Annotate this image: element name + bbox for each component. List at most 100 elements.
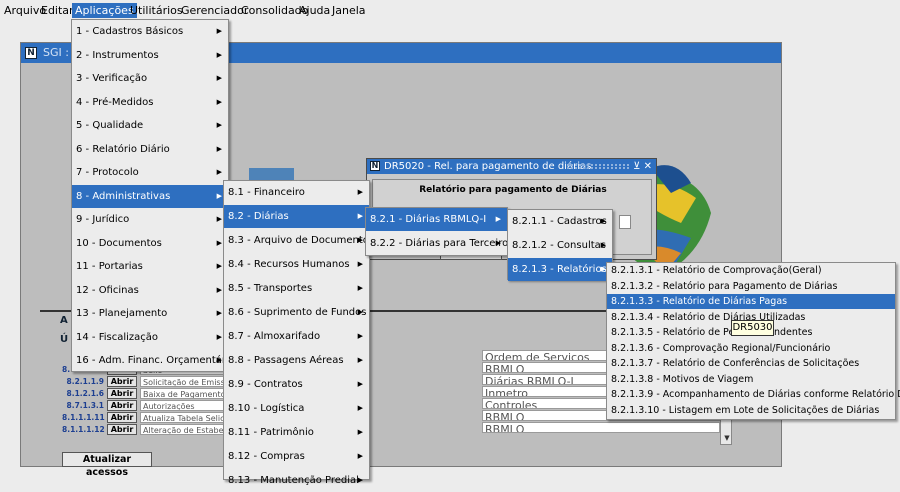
submenu-arrow-icon: ▶ [357,404,363,412]
menu-item[interactable]: 8.2.1.3.10 - Listagem em Lote de Solicit… [607,403,895,418]
menu-item[interactable]: 3 - Verificação ▶ [72,67,228,91]
menu-item[interactable]: 8.10 - Logística ▶ [224,397,369,420]
submenu-arrow-icon: ▶ [216,74,222,82]
menu-item-diarias-pagas[interactable]: 8.2.1.3.3 - Relatório de Diárias Pagas [607,294,895,309]
administrativas-submenu: 8.1 - Financeiro ▶ 8.2 - Diárias ▶ 8.3 - A… [223,180,374,486]
open-button[interactable]: Abrir [107,424,137,435]
menu-item[interactable]: 5 - Qualidade ▶ [72,114,228,138]
submenu-arrow-icon: ▶ [216,285,222,294]
menu-item[interactable]: 8.2.1.2 - Consultas ▶ [508,234,612,257]
dialog-heading: Relatório para pagamento de Diárias [419,185,607,195]
menu-item[interactable]: 11 - Portarias ▶ [72,255,228,279]
menu-arquivo[interactable]: Arquivo [4,4,46,17]
submenu-arrow-icon: ▶ [357,188,363,196]
submenu-arrow-icon: ▶ [357,260,363,268]
submenu-arrow-icon: ▶ [357,332,363,340]
menu-editar[interactable]: Editar [41,4,74,17]
menu-item[interactable]: 8.4 - Recursos Humanos ▶ [224,253,369,276]
submenu-arrow-icon: ▶ [216,191,222,200]
submenu-arrow-icon: ▶ [357,212,363,220]
submenu-arrow-icon: ▶ [495,215,501,223]
menu-item[interactable]: 8.1 - Financeiro ▶ [224,181,369,204]
menu-utilitarios[interactable]: Utilitários [130,4,183,17]
menu-item[interactable]: 8.2.2 - Diárias para Terceiros ▶ [366,232,513,255]
menu-item[interactable]: 6 - Relatório Diário ▶ [72,138,228,162]
menu-aplicacoes[interactable]: Aplicações [72,3,137,18]
menu-item[interactable]: 8.2.1.3.7 - Relatório de Conferências de… [607,356,895,371]
menu-item[interactable]: 8.2.1.1 - Cadastros ▶ [508,210,612,233]
open-button[interactable]: Abrir [107,412,137,423]
menubar: Arquivo Editar Aplicações Utilitários Ge… [0,0,900,20]
menu-item[interactable]: 9 - Jurídico ▶ [72,208,228,232]
menu-ajuda[interactable]: Ajuda [299,4,330,17]
menu-item[interactable]: 12 - Oficinas ▶ [72,279,228,303]
submenu-arrow-icon: ▶ [357,380,363,388]
app-logo-icon: N [370,161,380,171]
diarias-rbmlq-submenu: 8.2.1.1 - Cadastros ▶ 8.2.1.2 - Consultas… [507,209,613,281]
row-code: 8.1.1.1.11 [62,413,105,422]
row-code: 8.2.1.1.9 [66,377,105,386]
submenu-arrow-icon: ▶ [216,262,222,270]
submenu-arrow-icon: ▶ [216,144,222,153]
menu-item[interactable]: 8.12 - Compras ▶ [224,445,369,468]
menu-item[interactable]: 8.7 - Almoxarifado ▶ [224,325,369,348]
submenu-arrow-icon: ▶ [357,476,363,484]
menu-item[interactable]: 8.9 - Contratos ▶ [224,373,369,396]
menu-item[interactable]: 4 - Pré-Medidos ▶ [72,91,228,115]
menu-item[interactable]: 8.2.1.3.2 - Relatório para Pagamento de … [607,279,895,294]
menu-item[interactable]: 8.2.1.3.8 - Motivos de Viagem [607,372,895,387]
submenu-arrow-icon: ▶ [216,121,222,129]
section-label-u: Ú [60,334,69,345]
update-access-button[interactable]: Atualizar acessos [62,452,152,478]
relatorios-submenu: 8.2.1.3.1 - Relatório de Comprovação(Ger… [606,262,900,420]
menu-item[interactable]: 1 - Cadastros Básicos ▶ [72,20,228,44]
aplicacoes-menu: 1 - Cadastros Básicos ▶ 2 - Instrumentos ▶… [71,19,235,373]
dialog-title-bar: N DR5020 - Rel. para pagamento de diária… [367,159,656,174]
menu-item[interactable]: 10 - Documentos ▶ [72,232,228,256]
row-code: 8.1.2.1.6 [66,389,105,398]
menu-item[interactable]: 8.11 - Patrimônio ▶ [224,421,369,444]
menu-item[interactable]: 8.2.1.3.1 - Relatório de Comprovação(Ger… [607,263,895,278]
submenu-arrow-icon: ▶ [357,452,363,460]
submenu-arrow-icon: ▶ [216,97,222,106]
submenu-arrow-icon: ▶ [495,239,501,247]
dialog-input[interactable] [619,215,631,229]
submenu-arrow-icon: ▶ [357,356,363,364]
menu-item-administrativas[interactable]: 8 - Administrativas ▶ [72,184,228,208]
open-button[interactable]: Abrir [107,400,137,411]
submenu-arrow-icon: ▶ [600,241,606,249]
submenu-arrow-icon: ▶ [216,168,222,176]
window-controls[interactable]: ⊻ ✕ [633,159,652,174]
menu-item[interactable]: 8.8 - Passagens Aéreas ▶ [224,349,369,372]
title-grip [567,164,629,169]
menu-item[interactable]: 8.3 - Arquivo de Documentos ▶ [224,229,374,252]
menu-item[interactable]: 16 - Adm. Financ. Orçamentária ▶ [72,349,235,373]
menu-item[interactable]: 8.5 - Transportes ▶ [224,277,369,300]
scroll-down-icon[interactable]: ▼ [723,434,731,442]
menu-item[interactable]: 8.2.1.3.6 - Comprovação Regional/Funcion… [607,341,895,356]
menu-item[interactable]: 2 - Instrumentos ▶ [72,44,228,68]
submenu-arrow-icon: ▶ [216,50,222,59]
submenu-arrow-icon: ▶ [216,356,222,364]
row-group-field[interactable]: RBMLQ [482,422,720,433]
menu-item[interactable]: 8.6 - Suprimento de Fundos ▶ [224,301,369,324]
menu-item[interactable]: 14 - Fiscalização ▶ [72,326,228,350]
submenu-arrow-icon: ▶ [357,428,363,436]
submenu-arrow-icon: ▶ [216,238,222,247]
menu-item-relatorios[interactable]: 8.2.1.3 - Relatórios ▶ [508,258,612,281]
menu-item[interactable]: 13 - Planejamento ▶ [72,302,228,326]
submenu-arrow-icon: ▶ [357,284,363,292]
menu-item[interactable]: 7 - Protocolo ▶ [72,161,228,185]
menu-janela[interactable]: Janela [332,4,366,17]
dialog-title: DR5020 - Rel. para pagamento de diárias [384,161,592,172]
menu-item[interactable]: 8.2.1.3.9 - Acompanhamento de Diárias co… [607,387,900,402]
menu-gerenciador[interactable]: Gerenciador [181,4,248,17]
menu-item-diarias[interactable]: 8.2 - Diárias ▶ [224,205,369,228]
menu-item[interactable]: 8.13 - Manutenção Predial ▶ [224,469,369,486]
open-button[interactable]: Abrir [107,388,137,399]
menu-tooltip: DR5030 [731,320,774,336]
open-button[interactable]: Abrir [107,376,137,387]
submenu-arrow-icon: ▶ [357,236,363,244]
submenu-arrow-icon: ▶ [357,308,363,316]
menu-item-diarias-rbmlq[interactable]: 8.2.1 - Diárias RBMLQ-I ▶ [366,208,507,231]
